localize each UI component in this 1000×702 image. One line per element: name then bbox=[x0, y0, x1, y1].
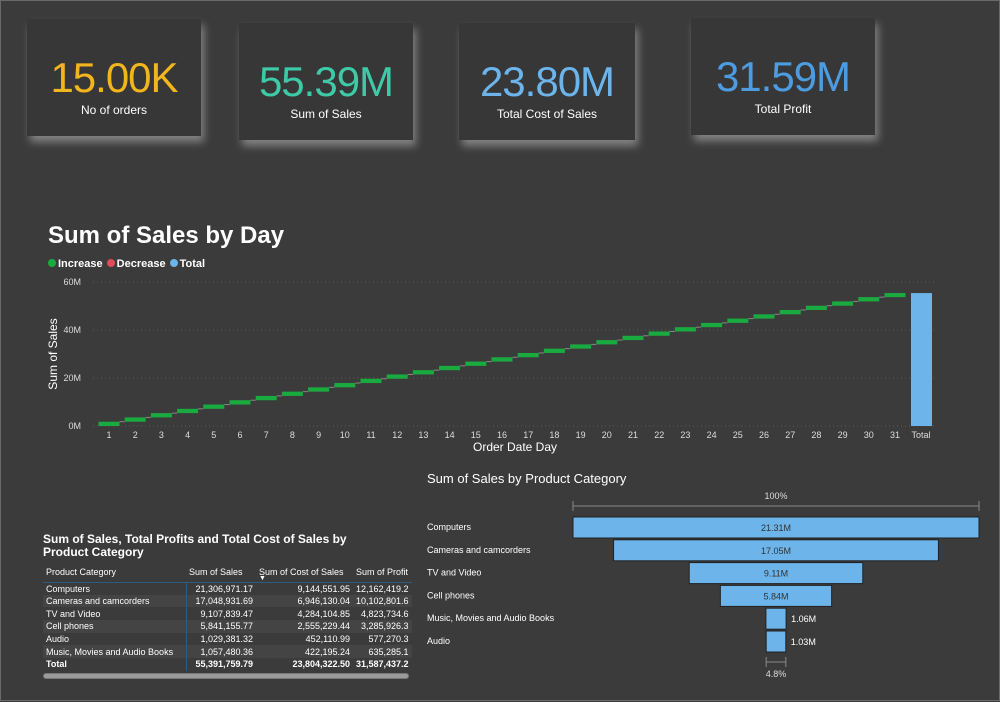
table-cell: 9,107,839.47 bbox=[200, 608, 253, 619]
sales-table: Product Category Sum of Sales Sum of Cos… bbox=[43, 562, 412, 671]
table-row[interactable]: TV and Video 9,107,839.47 4,284,104.85 4,82… bbox=[43, 607, 412, 621]
table-row[interactable]: Cell phones 5,841,155.77 2,555,229.44 3,285… bbox=[43, 620, 412, 633]
funnel-value-label: 21.31M bbox=[761, 523, 791, 533]
table-cell: Audio bbox=[43, 632, 187, 646]
table-cell: 4,284,104.85 bbox=[297, 608, 350, 619]
col-header-sales[interactable]: Sum of Sales bbox=[186, 562, 256, 582]
table-cell: 3,285,926.3 bbox=[361, 621, 409, 632]
table-cell: 12,162,419.2 bbox=[353, 581, 412, 595]
table-cell: Computers bbox=[43, 581, 187, 595]
table-cell: 6,946,130.04 bbox=[297, 596, 350, 607]
table-title: Sum of Sales, Total Profits and Total Co… bbox=[43, 532, 347, 559]
col-header-category[interactable]: Product Category bbox=[43, 562, 186, 582]
table-cell: Cameras and camcorders bbox=[43, 594, 187, 608]
table-cell: 422,195.24 bbox=[304, 646, 350, 657]
table-horizontal-scrollbar[interactable] bbox=[43, 673, 409, 679]
funnel-value-label: 9.11M bbox=[764, 569, 788, 579]
col-header-cost[interactable]: Sum of Cost of Sales ▼ bbox=[256, 562, 353, 582]
table-cell: 452,110.99 bbox=[305, 634, 350, 645]
funnel-value-label: 17.05M bbox=[761, 546, 791, 556]
table-total-cell: Total bbox=[43, 658, 187, 671]
col-header-profit[interactable]: Sum of Profit bbox=[353, 562, 412, 582]
table-cell: 5,841,155.77 bbox=[200, 621, 253, 632]
table-row[interactable]: Music, Movies and Audio Books 1,057,480.3… bbox=[43, 645, 412, 659]
table-cell: 17,048,931.69 bbox=[195, 596, 253, 607]
funnel-category-label: Audio bbox=[427, 636, 450, 646]
funnel-category-label: Music, Movies and Audio Books bbox=[427, 613, 555, 623]
table-total-cell: 23,804,322.50 bbox=[292, 659, 350, 670]
table-cell: 10,102,801.6 bbox=[356, 596, 409, 607]
table-cell: 4,823,734.6 bbox=[361, 608, 409, 619]
table-row[interactable]: Cameras and camcorders 17,048,931.69 6,946… bbox=[43, 594, 412, 608]
funnel-value-label: 5.84M bbox=[763, 591, 788, 601]
bottom-percent-label: 4.8% bbox=[766, 669, 787, 679]
table-total-row: Total 55,391,759.79 23,804,322.50 31,587,43… bbox=[43, 658, 412, 671]
funnel-value-label: 1.06M bbox=[791, 614, 816, 624]
funnel-value-label: 1.03M bbox=[791, 637, 816, 647]
table-cell: 2,555,229.44 bbox=[297, 621, 350, 632]
table-cell: 9,144,551.95 bbox=[256, 581, 353, 595]
table-total-cell: 55,391,759.79 bbox=[195, 659, 253, 670]
funnel-bar[interactable] bbox=[765, 607, 787, 630]
funnel-bar[interactable] bbox=[765, 630, 787, 653]
funnel-category-label: Cell phones bbox=[427, 590, 475, 600]
funnel-category-label: Cameras and camcorders bbox=[427, 545, 531, 555]
table-cell: 577,270.3 bbox=[368, 634, 409, 645]
table-cell: Cell phones bbox=[43, 620, 187, 633]
table-cell: 1,029,381.32 bbox=[200, 634, 253, 645]
table-cell: Music, Movies and Audio Books bbox=[43, 645, 187, 659]
top-percent-label: 100% bbox=[764, 491, 787, 501]
table-total-cell: 31,587,437.2 bbox=[356, 659, 409, 670]
table-row[interactable]: Computers 21,306,971.17 9,144,551.95 12,162… bbox=[43, 581, 412, 595]
table-cell: 635,285.1 bbox=[368, 646, 409, 657]
table-cell: 21,306,971.17 bbox=[186, 581, 256, 595]
table-cell: 1,057,480.36 bbox=[200, 646, 253, 657]
sort-desc-icon: ▼ bbox=[259, 575, 266, 582]
table-row[interactable]: Audio 1,029,381.32 452,110.99 577,270.3 bbox=[43, 632, 412, 646]
funnel-category-label: TV and Video bbox=[427, 568, 481, 578]
funnel-category-label: Computers bbox=[427, 522, 472, 532]
table-cell: TV and Video bbox=[43, 607, 187, 621]
